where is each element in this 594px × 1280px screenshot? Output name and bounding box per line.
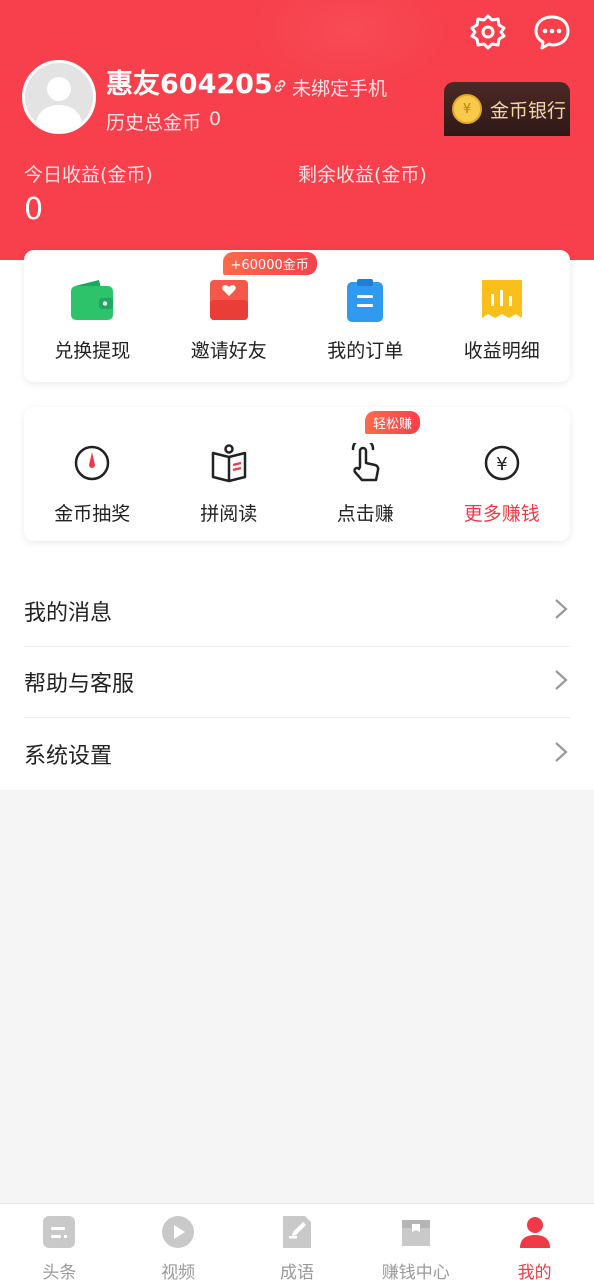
tab-label: 赚钱中心 <box>381 1263 450 1280</box>
svg-text:¥: ¥ <box>496 454 507 475</box>
bottom-tab-bar: 头条 视频 成语 赚钱中心 我的 <box>0 1203 594 1280</box>
coin-bank-button[interactable]: ¥ 金币银行 <box>444 82 570 136</box>
bind-phone-label: 未绑定手机 <box>292 78 388 100</box>
remaining-earnings-label: 剩余收益(金币) <box>298 164 427 186</box>
invite-envelope-icon <box>206 278 252 326</box>
tab-mine[interactable]: 我的 <box>475 1204 594 1280</box>
tab-headlines[interactable]: 头条 <box>0 1204 119 1280</box>
exchange-withdraw-button[interactable]: 兑换提现 <box>24 250 161 382</box>
today-earnings-value: 0 <box>24 192 44 227</box>
link-icon <box>272 77 288 99</box>
user-icon <box>517 1214 553 1254</box>
play-icon <box>160 1214 196 1254</box>
chevron-right-icon <box>552 598 570 624</box>
menu-item-label: 帮助与客服 <box>24 672 135 697</box>
settings-gear-icon[interactable] <box>468 12 508 52</box>
treasure-box-icon <box>398 1214 434 1254</box>
history-coins-value: 0 <box>209 108 222 130</box>
chevron-right-icon <box>552 741 570 767</box>
news-icon <box>41 1214 77 1254</box>
earnings-detail-button[interactable]: 收益明细 <box>434 250 571 382</box>
tab-label: 成语 <box>279 1263 314 1280</box>
tab-label: 我的 <box>517 1263 552 1280</box>
edit-doc-icon <box>279 1214 315 1254</box>
username: 惠友604205 <box>106 69 273 100</box>
quick-action-label: 兑换提现 <box>54 340 131 362</box>
history-coins: 历史总金币 0 <box>106 108 221 135</box>
coin-bank-label: 金币银行 <box>490 99 567 122</box>
receipt-icon <box>479 278 525 326</box>
settings-menu: 我的消息 帮助与客服 系统设置 <box>0 576 594 789</box>
menu-item-label: 系统设置 <box>24 743 113 769</box>
menu-item-label: 我的消息 <box>24 601 113 626</box>
bind-phone-link[interactable]: 未绑定手机 <box>272 74 387 101</box>
click-earn-button[interactable]: 轻松赚 点击赚 <box>297 407 434 541</box>
tab-label: 视频 <box>161 1263 196 1280</box>
yen-circle-icon: ¥ <box>482 443 522 487</box>
tab-video[interactable]: 视频 <box>119 1204 238 1280</box>
chevron-right-icon <box>552 669 570 695</box>
tab-earn-center[interactable]: 赚钱中心 <box>356 1204 475 1280</box>
quick-action-label: 邀请好友 <box>190 340 267 362</box>
history-coins-label: 历史总金币 <box>106 112 202 134</box>
avatar[interactable] <box>22 60 96 134</box>
clipboard-icon <box>342 278 388 326</box>
menu-item-help[interactable]: 帮助与客服 <box>24 647 570 718</box>
earn-actions-card: 金币抽奖 拼阅读 轻松赚 点击赚 ¥ 更多赚钱 <box>24 407 570 541</box>
tab-label: 头条 <box>42 1263 77 1280</box>
earn-action-label: 金币抽奖 <box>54 503 131 525</box>
more-earning-button[interactable]: ¥ 更多赚钱 <box>434 407 571 541</box>
message-bubble-icon[interactable] <box>532 12 572 52</box>
invite-friends-button[interactable]: +60000金币 邀请好友 <box>161 250 317 382</box>
lottery-dial-icon <box>72 443 112 487</box>
quick-action-label: 收益明细 <box>463 340 540 362</box>
menu-item-messages[interactable]: 我的消息 <box>24 576 570 647</box>
earn-action-label: 拼阅读 <box>200 503 258 525</box>
earn-action-label: 点击赚 <box>336 503 394 525</box>
click-earn-badge: 轻松赚 <box>365 411 421 434</box>
quick-actions-card: 兑换提现 +60000金币 邀请好友 我的订单 收益明细 <box>24 250 570 382</box>
wallet-icon <box>69 278 115 326</box>
earn-action-label: 更多赚钱 <box>463 503 540 525</box>
coin-lottery-button[interactable]: 金币抽奖 <box>24 407 161 541</box>
gold-coin-icon: ¥ <box>452 94 482 124</box>
tab-idioms[interactable]: 成语 <box>238 1204 357 1280</box>
tap-hand-icon <box>345 437 385 487</box>
quick-action-label: 我的订单 <box>327 340 404 362</box>
book-icon <box>209 443 249 487</box>
menu-item-settings[interactable]: 系统设置 <box>24 718 570 789</box>
group-reading-button[interactable]: 拼阅读 <box>161 407 298 541</box>
my-orders-button[interactable]: 我的订单 <box>297 250 434 382</box>
today-earnings-label: 今日收益(金币) <box>24 164 153 186</box>
